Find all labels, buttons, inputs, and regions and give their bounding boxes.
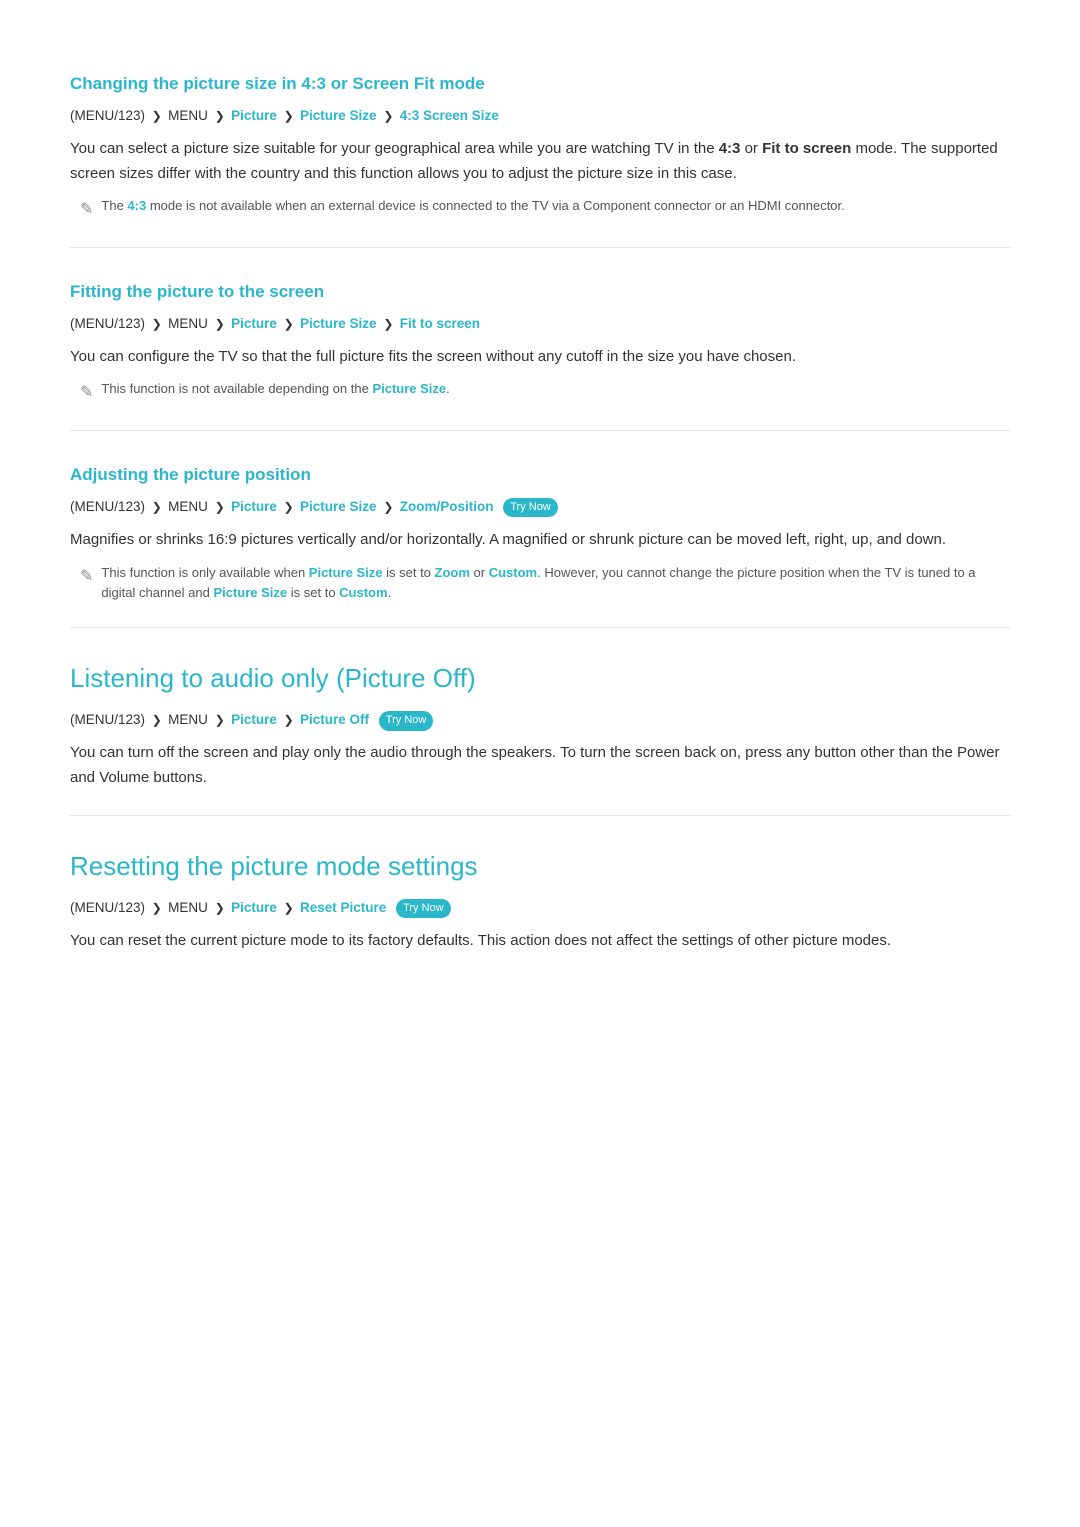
highlight-picture-size: Picture Size <box>372 381 446 396</box>
chevron-icon: ❯ <box>284 713 297 727</box>
highlight-custom-1: Custom <box>489 565 537 580</box>
highlight-43-note: 4:3 <box>127 198 146 213</box>
breadcrumb-menu123: (MENU/123) <box>70 712 145 727</box>
note-picture-position: ✎ This function is only available when P… <box>80 563 1010 603</box>
breadcrumb-fit-to-screen: Fit to screen <box>400 316 480 331</box>
body-text-fit-screen: You can configure the TV so that the ful… <box>70 345 1010 370</box>
note-fit-screen: ✎ This function is not available dependi… <box>80 379 1010 406</box>
section-title-picture-size: Changing the picture size in 4:3 or Scre… <box>70 70 1010 97</box>
divider <box>70 815 1010 816</box>
try-now-badge-reset-picture[interactable]: Try Now <box>396 899 451 919</box>
breadcrumb-picture: Picture <box>231 108 277 123</box>
breadcrumb-picture-size: Picture Size <box>300 499 377 514</box>
chevron-icon: ❯ <box>215 317 228 331</box>
breadcrumb-fit-screen: (MENU/123) ❯ MENU ❯ Picture ❯ Picture Si… <box>70 313 1010 335</box>
chevron-icon: ❯ <box>215 500 228 514</box>
section-picture-size: Changing the picture size in 4:3 or Scre… <box>70 70 1010 223</box>
breadcrumb-menu: MENU <box>168 499 208 514</box>
highlight-picture-size-2: Picture Size <box>213 585 287 600</box>
chevron-icon: ❯ <box>383 317 396 331</box>
note-text-picture-size: The 4:3 mode is not available when an ex… <box>101 196 844 216</box>
note-icon: ✎ <box>80 564 93 590</box>
breadcrumb-picture: Picture <box>231 900 277 915</box>
try-now-badge-position[interactable]: Try Now <box>503 498 558 518</box>
chevron-icon: ❯ <box>152 901 165 915</box>
breadcrumb-picture-size: (MENU/123) ❯ MENU ❯ Picture ❯ Picture Si… <box>70 105 1010 127</box>
breadcrumb-picture-off: (MENU/123) ❯ MENU ❯ Picture ❯ Picture Of… <box>70 709 1010 731</box>
section-reset-picture: Resetting the picture mode settings (MEN… <box>70 846 1010 954</box>
body-text-picture-position: Magnifies or shrinks 16:9 pictures verti… <box>70 528 1010 553</box>
highlight-custom-2: Custom <box>339 585 387 600</box>
highlight-zoom: Zoom <box>435 565 470 580</box>
body-text-picture-size: You can select a picture size suitable f… <box>70 137 1010 187</box>
breadcrumb-menu123: (MENU/123) <box>70 900 145 915</box>
breadcrumb-menu123: (MENU/123) <box>70 499 145 514</box>
breadcrumb-menu: MENU <box>168 316 208 331</box>
breadcrumb-43-screen-size: 4:3 Screen Size <box>400 108 499 123</box>
note-text-fit-screen: This function is not available depending… <box>101 379 449 399</box>
breadcrumb-picture-size: Picture Size <box>300 316 377 331</box>
try-now-badge-picture-off[interactable]: Try Now <box>379 711 434 731</box>
chevron-icon: ❯ <box>152 500 165 514</box>
section-fit-screen: Fitting the picture to the screen (MENU/… <box>70 278 1010 406</box>
chevron-icon: ❯ <box>215 901 228 915</box>
divider <box>70 247 1010 248</box>
highlight-fit-to-screen: Fit to screen <box>762 140 851 157</box>
divider <box>70 430 1010 431</box>
breadcrumb-picture: Picture <box>231 712 277 727</box>
chevron-icon: ❯ <box>152 713 165 727</box>
breadcrumb-menu: MENU <box>168 900 208 915</box>
body-text-reset-picture: You can reset the current picture mode t… <box>70 929 1010 954</box>
breadcrumb-menu: MENU <box>168 108 208 123</box>
section-picture-position: Adjusting the picture position (MENU/123… <box>70 461 1010 603</box>
note-picture-size: ✎ The 4:3 mode is not available when an … <box>80 196 1010 223</box>
breadcrumb-zoom-position: Zoom/Position <box>400 499 494 514</box>
section-title-fit-screen: Fitting the picture to the screen <box>70 278 1010 305</box>
chevron-icon: ❯ <box>152 317 165 331</box>
breadcrumb-picture-position: (MENU/123) ❯ MENU ❯ Picture ❯ Picture Si… <box>70 496 1010 518</box>
chevron-icon: ❯ <box>383 109 396 123</box>
breadcrumb-picture-size: Picture Size <box>300 108 377 123</box>
breadcrumb-reset-picture: (MENU/123) ❯ MENU ❯ Picture ❯ Reset Pict… <box>70 897 1010 919</box>
divider <box>70 627 1010 628</box>
chevron-icon: ❯ <box>383 500 396 514</box>
breadcrumb-menu: MENU <box>168 712 208 727</box>
note-text-picture-position: This function is only available when Pic… <box>101 563 1010 603</box>
chevron-icon: ❯ <box>284 500 297 514</box>
section-title-picture-position: Adjusting the picture position <box>70 461 1010 488</box>
note-icon: ✎ <box>80 197 93 223</box>
body-text-picture-off: You can turn off the screen and play onl… <box>70 741 1010 791</box>
section-title-reset-picture: Resetting the picture mode settings <box>70 846 1010 888</box>
page-content: Changing the picture size in 4:3 or Scre… <box>70 70 1010 953</box>
chevron-icon: ❯ <box>152 109 165 123</box>
chevron-icon: ❯ <box>215 109 228 123</box>
breadcrumb-menu123: (MENU/123) <box>70 108 145 123</box>
note-icon: ✎ <box>80 380 93 406</box>
section-title-picture-off: Listening to audio only (Picture Off) <box>70 658 1010 700</box>
chevron-icon: ❯ <box>215 713 228 727</box>
breadcrumb-picture: Picture <box>231 316 277 331</box>
breadcrumb-reset-picture: Reset Picture <box>300 900 386 915</box>
chevron-icon: ❯ <box>284 317 297 331</box>
breadcrumb-picture: Picture <box>231 499 277 514</box>
section-picture-off: Listening to audio only (Picture Off) (M… <box>70 658 1010 791</box>
breadcrumb-picture-off: Picture Off <box>300 712 369 727</box>
chevron-icon: ❯ <box>284 901 297 915</box>
breadcrumb-menu123: (MENU/123) <box>70 316 145 331</box>
highlight-43: 4:3 <box>719 140 741 157</box>
highlight-picture-size-1: Picture Size <box>309 565 383 580</box>
chevron-icon: ❯ <box>284 109 297 123</box>
